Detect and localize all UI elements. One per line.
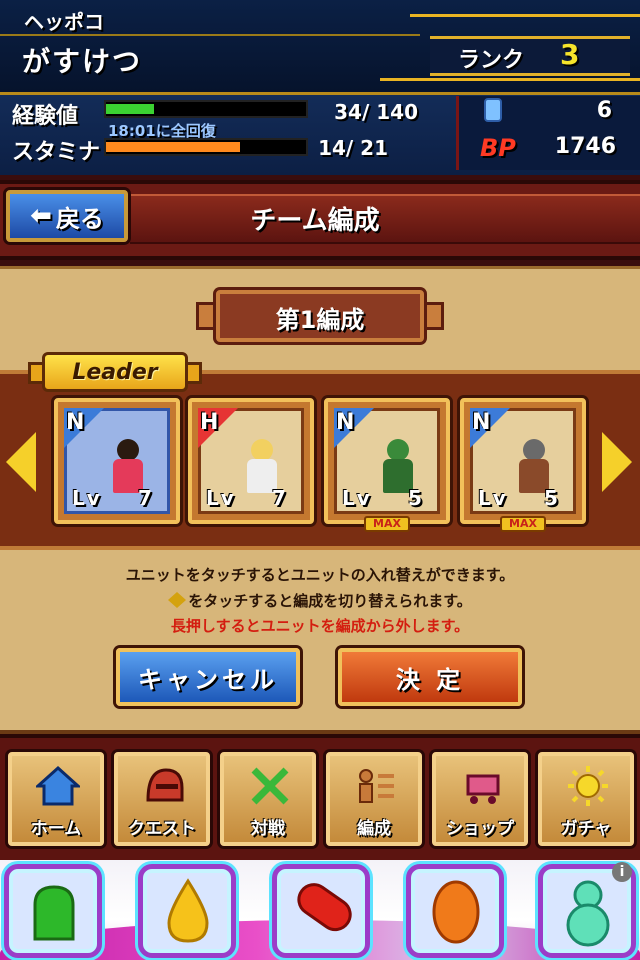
unit-slot-1[interactable]: N Lv 7 [54,398,180,524]
exp-label: 経験値 [12,104,79,129]
rarity-label: N [336,410,355,435]
ad-info-icon[interactable]: i [612,862,632,882]
stamina-value: 14/ 21 [318,136,388,160]
menu-label: ショップ [446,819,514,839]
instruction-line-2: をタッチすると編成を切り替えられます。 [0,590,640,611]
menu-quest[interactable]: クエスト [114,752,210,846]
formation-title: 第1編成 [275,306,365,334]
rarity-label: N [66,410,85,435]
menu-gacha[interactable]: ガチャ [538,752,634,846]
player-name: がすけつ [22,45,143,78]
helmet-icon [146,768,184,802]
gem-count: 6 [596,98,612,123]
instruction-line-1: ユニットをタッチするとユニットの入れ替えができます。 [125,566,515,584]
rarity-label: N [472,410,491,435]
candy-tile-1[interactable] [4,864,102,958]
menu-label: クエスト [128,819,196,839]
menu-battle[interactable]: 対戦 [220,752,316,846]
page-title: チーム編成 [250,206,380,236]
green-gumdrop-icon [33,885,75,941]
stamina-bar-fill [106,142,240,152]
instruction-warning: 長押しするとユニットを編成から外します。 [170,617,470,635]
crossed-swords-icon [251,767,289,805]
menu-label: 編成 [357,819,391,839]
max-level-badge: MAX [500,516,546,532]
rank-value: 3 [560,38,580,71]
back-button-label: 戻る [55,204,104,233]
yellow-drop-icon [167,878,209,943]
orange-lozenge-icon [432,880,480,944]
menu-shop[interactable]: ショップ [432,752,528,846]
max-level-badge: MAX [364,516,410,532]
exp-value: 34/ 140 [334,100,418,124]
leader-badge: Leader [42,352,188,392]
unit-level: Lv 7 [206,486,288,510]
cart-icon [466,774,500,804]
player-title: ヘッポコ [24,10,104,34]
bp-label: BP [480,134,516,162]
prev-formation-arrow[interactable] [6,432,36,492]
red-bean-icon [297,883,352,932]
house-icon [36,765,80,806]
menu-formation[interactable]: 編成 [326,752,422,846]
back-arrow-icon: ⬅ [30,201,52,231]
cancel-button[interactable]: キャンセル [116,648,300,706]
next-formation-arrow[interactable] [602,432,632,492]
candy-tile-3[interactable] [272,864,370,958]
gem-icon [484,98,502,122]
left-arrow-icon [168,592,178,608]
rank-label: ランク [458,48,525,73]
menu-label: ガチャ [560,819,612,839]
confirm-button[interactable]: 決 定 [338,648,522,706]
right-arrow-icon [177,592,187,608]
unit-slot-4[interactable]: N Lv 5 MAX [460,398,586,532]
candy-tile-4[interactable] [406,864,504,958]
candy-tile-2[interactable] [138,864,236,958]
menu-home[interactable]: ホーム [8,752,104,846]
exp-bar-fill [106,104,154,114]
unit-level: Lv 5 [342,486,424,510]
unit-level: Lv 7 [72,486,154,510]
unit-level: Lv 5 [478,486,560,510]
menu-label: 対戦 [251,819,285,839]
stamina-label: スタミナ [12,140,101,165]
back-button[interactable]: ⬅ 戻る [6,190,128,242]
menu-label: ホーム [30,819,82,839]
rarity-label: H [200,410,219,435]
gummy-bear-icon [566,880,610,947]
unit-slot-3[interactable]: N Lv 5 MAX [324,398,450,532]
formation-icon [359,769,394,803]
bp-value: 1746 [554,134,616,159]
sun-icon [568,766,608,806]
unit-slot-2[interactable]: H Lv 7 [188,398,314,524]
